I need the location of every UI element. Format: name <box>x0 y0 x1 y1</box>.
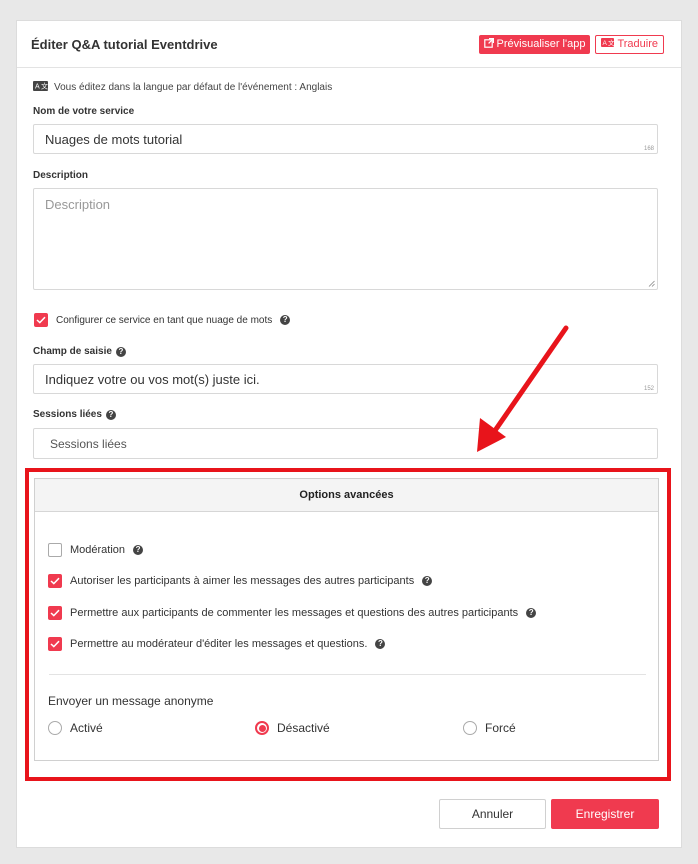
option-row[interactable]: Permettre aux participants de commenter … <box>48 606 537 620</box>
checkmark-icon <box>36 316 46 324</box>
language-note-text: Vous éditez dans la langue par défaut de… <box>54 82 333 93</box>
translate-button[interactable]: A文 Traduire <box>595 34 664 54</box>
description-textarea[interactable]: Description <box>33 188 658 290</box>
option-row[interactable]: Modération ? <box>48 543 144 557</box>
option-label: Autoriser les participants à aimer les m… <box>70 575 415 587</box>
service-name-value: Nuages de mots tutorial <box>45 131 183 147</box>
option-row[interactable]: Autoriser les participants à aimer les m… <box>48 574 433 588</box>
help-icon[interactable]: ? <box>375 639 386 649</box>
moderation-checkbox[interactable] <box>48 543 62 557</box>
radio-label: Forcé <box>485 721 516 735</box>
option-label: Modération <box>70 544 126 556</box>
translate-label: Traduire <box>617 38 658 50</box>
checkmark-icon <box>50 577 60 585</box>
svg-text:A: A <box>603 40 608 47</box>
service-name-label: Nom de votre service <box>33 106 135 117</box>
wordcloud-checkbox[interactable] <box>34 313 48 327</box>
radio-label: Désactivé <box>277 721 330 735</box>
allow-likes-checkbox[interactable] <box>48 574 62 588</box>
help-icon[interactable]: ? <box>133 545 144 555</box>
sessions-select[interactable]: Sessions liées <box>33 428 658 459</box>
allow-moderator-edit-checkbox[interactable] <box>48 637 62 651</box>
checkmark-icon <box>50 640 60 648</box>
anonymous-message-label: Envoyer un message anonyme <box>48 694 214 708</box>
radio-button[interactable] <box>255 721 269 735</box>
advanced-options-panel: Options avancées Modération ? Autoriser … <box>34 478 659 761</box>
checkmark-icon <box>50 609 60 617</box>
translate-icon: A文 <box>33 81 48 94</box>
resize-handle-icon[interactable] <box>648 280 655 287</box>
input-field-counter: 152 <box>643 386 654 392</box>
input-field-value: Indiquez votre ou vos mot(s) juste ici. <box>45 371 260 387</box>
radio-button[interactable] <box>463 721 477 735</box>
preview-app-button[interactable]: Prévisualiser l'app <box>478 34 591 54</box>
help-icon[interactable]: ? <box>526 608 537 618</box>
language-note: A文 Vous éditez dans la langue par défaut… <box>33 81 332 94</box>
radio-option-forced[interactable]: Forcé <box>463 721 516 735</box>
sessions-label: Sessions liées ? <box>33 409 116 420</box>
divider <box>49 674 646 675</box>
help-icon[interactable]: ? <box>422 576 433 586</box>
cancel-button[interactable]: Annuler <box>439 799 546 829</box>
wordcloud-checkbox-label: Configurer ce service en tant que nuage … <box>56 314 273 326</box>
description-label: Description <box>33 170 89 181</box>
service-name-input[interactable]: Nuages de mots tutorial 168 <box>33 124 658 154</box>
sessions-placeholder: Sessions liées <box>50 436 127 451</box>
advanced-options-title: Options avancées <box>35 479 658 512</box>
input-field-label: Champ de saisie ? <box>33 346 126 357</box>
input-field-label-text: Champ de saisie <box>33 346 112 357</box>
description-placeholder: Description <box>45 197 111 212</box>
radio-button[interactable] <box>48 721 62 735</box>
option-label: Permettre au modérateur d'éditer les mes… <box>70 638 368 650</box>
help-icon[interactable]: ? <box>105 409 116 420</box>
sessions-label-text: Sessions liées <box>33 409 102 420</box>
modal-title: Éditer Q&A tutorial Eventdrive <box>31 36 218 52</box>
option-label: Permettre aux participants de commenter … <box>70 607 519 619</box>
radio-option-disabled[interactable]: Désactivé <box>255 721 330 735</box>
allow-comments-checkbox[interactable] <box>48 606 62 620</box>
preview-app-label: Prévisualiser l'app <box>496 38 586 50</box>
service-name-counter: 168 <box>643 146 654 152</box>
option-row[interactable]: Permettre au modérateur d'éditer les mes… <box>48 637 386 651</box>
help-icon[interactable]: ? <box>280 315 291 325</box>
svg-text:A: A <box>35 84 40 91</box>
external-link-icon <box>483 37 494 51</box>
svg-text:文: 文 <box>41 82 48 91</box>
modal-header: Éditer Q&A tutorial Eventdrive Prévisual… <box>17 21 681 68</box>
translate-icon: A文 <box>601 38 615 50</box>
input-field-input[interactable]: Indiquez votre ou vos mot(s) juste ici. … <box>33 364 658 394</box>
wordcloud-checkbox-row[interactable]: Configurer ce service en tant que nuage … <box>34 313 291 327</box>
save-button[interactable]: Enregistrer <box>551 799 659 829</box>
svg-text:文: 文 <box>608 38 614 47</box>
radio-option-enabled[interactable]: Activé <box>48 721 103 735</box>
radio-label: Activé <box>70 721 103 735</box>
help-icon[interactable]: ? <box>115 346 126 357</box>
